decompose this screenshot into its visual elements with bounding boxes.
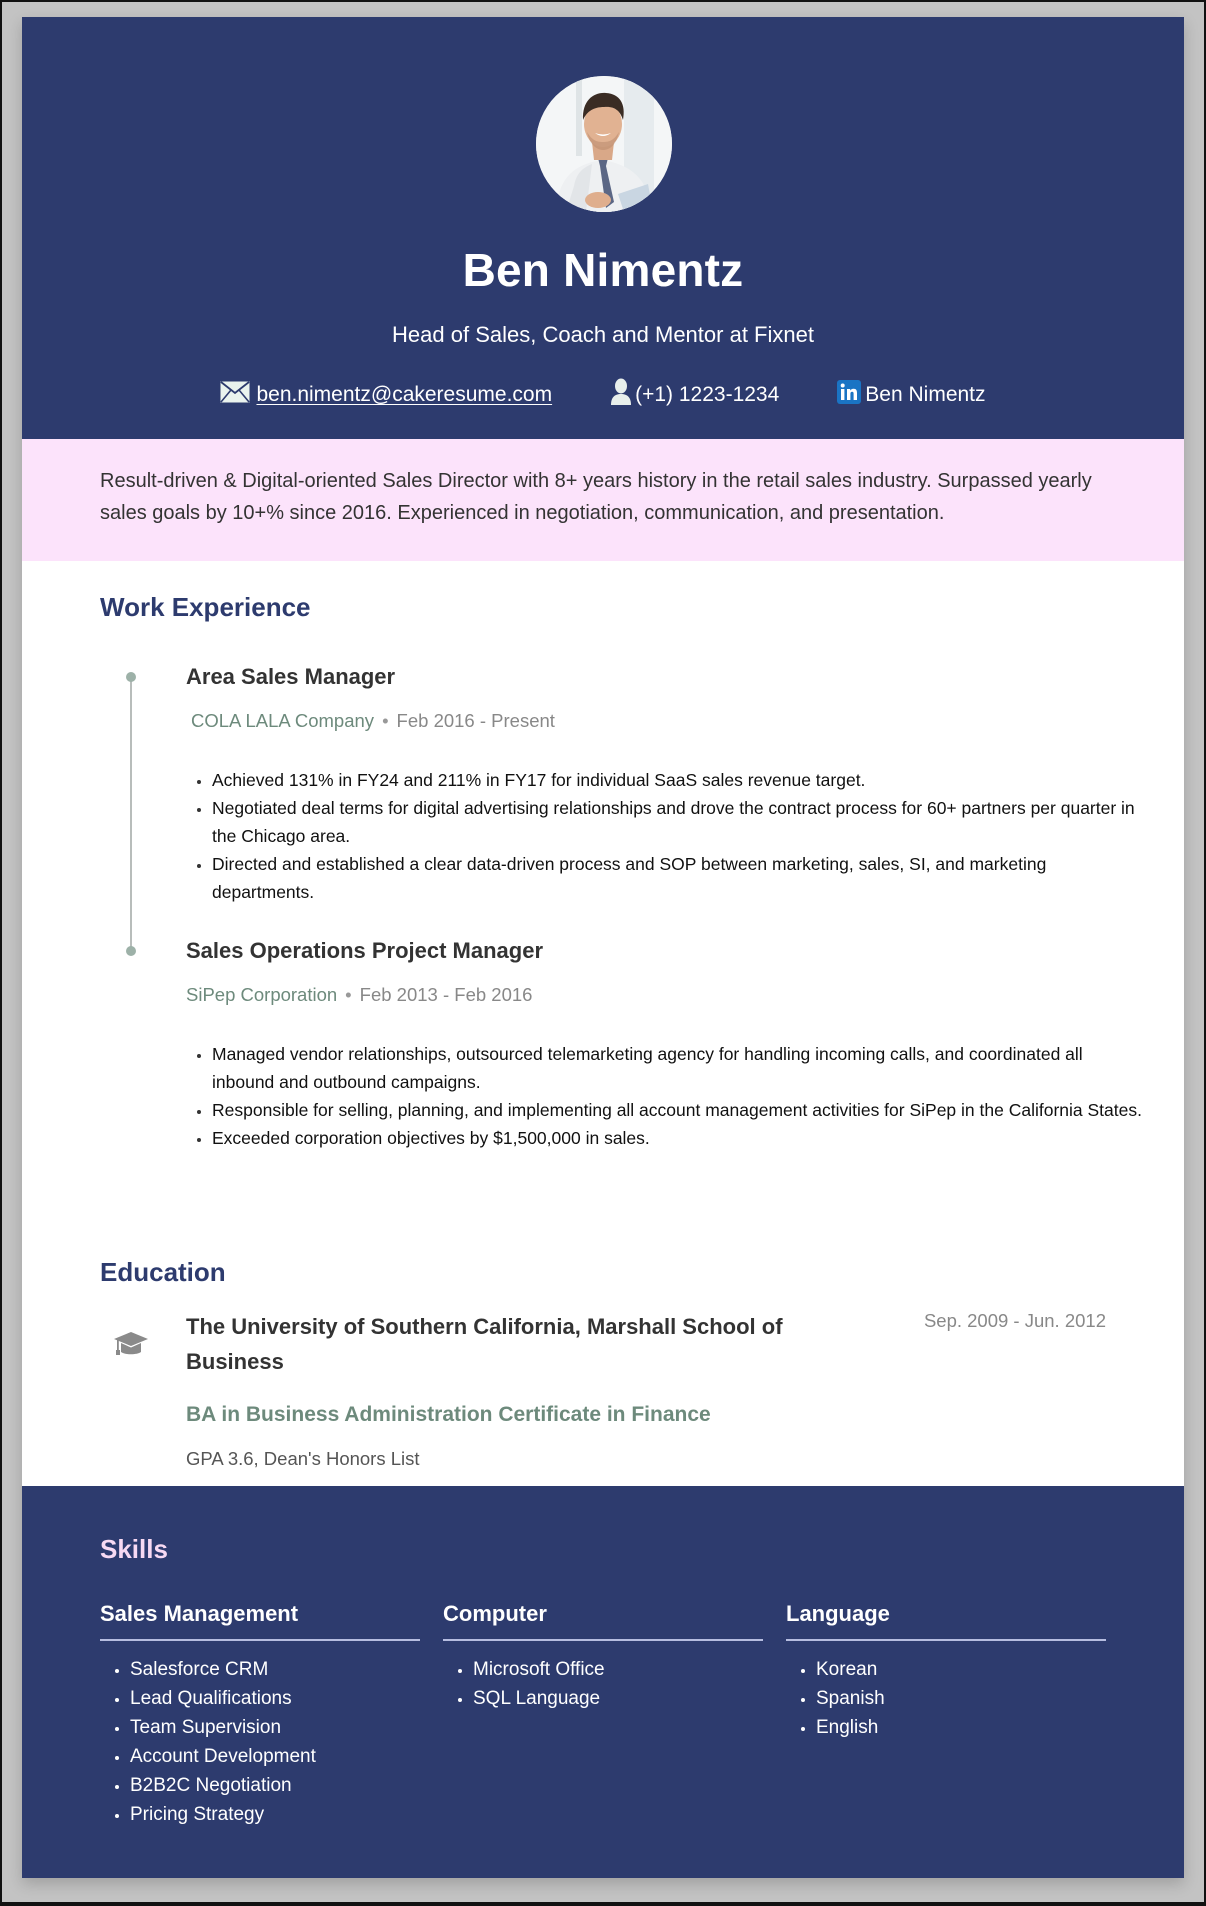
- job-dates: Feb 2013 - Feb 2016: [359, 984, 533, 1005]
- job-bullets: Managed vendor relationships, outsourced…: [186, 1040, 1142, 1152]
- job-title: Area Sales Manager: [186, 664, 396, 689]
- skill-item: SQL Language: [473, 1684, 763, 1713]
- job-company: COLA LALA Company: [191, 710, 375, 731]
- resume-card: Ben Nimentz Head of Sales, Coach and Men…: [22, 17, 1184, 1878]
- skill-list: Korean Spanish English: [786, 1655, 1106, 1742]
- skill-column-heading: Language: [786, 1601, 1106, 1641]
- phone-number[interactable]: (+1) 1223-1234: [635, 383, 779, 407]
- candidate-name: Ben Nimentz: [462, 244, 744, 296]
- candidate-headline: Head of Sales, Coach and Mentor at Fixne…: [392, 322, 814, 347]
- avatar: [536, 76, 672, 212]
- linkedin-icon: [837, 380, 862, 410]
- profile-photo: [536, 76, 672, 212]
- job-dates: Feb 2016 - Present: [396, 710, 555, 731]
- skill-item: Lead Qualifications: [130, 1684, 420, 1713]
- job-bullet: Managed vendor relationships, outsourced…: [212, 1040, 1142, 1096]
- skill-column-heading: Sales Management: [100, 1601, 420, 1641]
- timeline-dot: [126, 946, 136, 956]
- skill-column-sales-management: Sales Management Salesforce CRM Lead Qua…: [100, 1601, 420, 1829]
- job-meta: SiPep Corporation • Feb 2013 - Feb 2016: [186, 984, 532, 1006]
- graduation-cap-icon: [112, 1329, 150, 1359]
- education-heading: Education: [100, 1257, 226, 1287]
- education-school: The University of Southern California, M…: [186, 1314, 783, 1374]
- job-title: Sales Operations Project Manager: [186, 938, 544, 963]
- summary-section: Result-driven & Digital-oriented Sales D…: [22, 439, 1184, 561]
- contact-linkedin: Ben Nimentz: [837, 380, 986, 410]
- skill-item: Spanish: [816, 1684, 1106, 1713]
- work-experience-heading: Work Experience: [100, 592, 311, 622]
- email-link[interactable]: ben.nimentz@cakeresume.com: [256, 383, 552, 407]
- envelope-icon: [220, 381, 251, 409]
- skills-heading: Skills: [100, 1534, 168, 1564]
- job-bullet: Responsible for selling, planning, and i…: [212, 1096, 1142, 1124]
- summary-text: Result-driven & Digital-oriented Sales D…: [100, 470, 1092, 524]
- job-company: SiPep Corporation: [186, 984, 338, 1005]
- job-bullet: Exceeded corporation objectives by $1,50…: [212, 1124, 1142, 1152]
- resume-header: Ben Nimentz Head of Sales, Coach and Men…: [22, 17, 1184, 439]
- job-bullet: Directed and established a clear data-dr…: [212, 850, 1142, 906]
- timeline-line: [130, 677, 132, 952]
- education-degree: BA in Business Administration Certificat…: [186, 1403, 711, 1426]
- job-bullets: Achieved 131% in FY24 and 211% in FY17 f…: [186, 766, 1142, 906]
- job-bullet: Negotiated deal terms for digital advert…: [212, 794, 1142, 850]
- skill-column-language: Language Korean Spanish English: [786, 1601, 1106, 1742]
- linkedin-name[interactable]: Ben Nimentz: [865, 383, 985, 407]
- skill-item: B2B2C Negotiation: [130, 1771, 420, 1800]
- job-meta: COLA LALA Company • Feb 2016 - Present: [191, 710, 555, 732]
- skill-item: Team Supervision: [130, 1713, 420, 1742]
- skill-item: Pricing Strategy: [130, 1800, 420, 1829]
- skill-column-computer: Computer Microsoft Office SQL Language: [443, 1601, 763, 1713]
- skill-item: Salesforce CRM: [130, 1655, 420, 1684]
- contact-phone: (+1) 1223-1234: [610, 378, 779, 412]
- job-bullet: Achieved 131% in FY24 and 211% in FY17 f…: [212, 766, 1142, 794]
- timeline-dot: [126, 672, 136, 682]
- skill-list: Microsoft Office SQL Language: [443, 1655, 763, 1713]
- person-icon: [610, 378, 632, 412]
- skill-item: Korean: [816, 1655, 1106, 1684]
- contact-row: ben.nimentz@cakeresume.com (+1) 1223-123…: [22, 378, 1184, 412]
- education-details: GPA 3.6, Dean's Honors List: [186, 1448, 420, 1469]
- skill-item: English: [816, 1713, 1106, 1742]
- contact-email: ben.nimentz@cakeresume.com: [220, 381, 552, 409]
- skill-item: Account Development: [130, 1742, 420, 1771]
- skills-section: Skills Sales Management Salesforce CRM L…: [22, 1486, 1184, 1878]
- meta-separator: •: [345, 984, 352, 1005]
- meta-separator: •: [382, 710, 389, 731]
- skill-list: Salesforce CRM Lead Qualifications Team …: [100, 1655, 420, 1829]
- skill-item: Microsoft Office: [473, 1655, 763, 1684]
- skill-column-heading: Computer: [443, 1601, 763, 1641]
- education-dates: Sep. 2009 - Jun. 2012: [923, 1310, 1106, 1331]
